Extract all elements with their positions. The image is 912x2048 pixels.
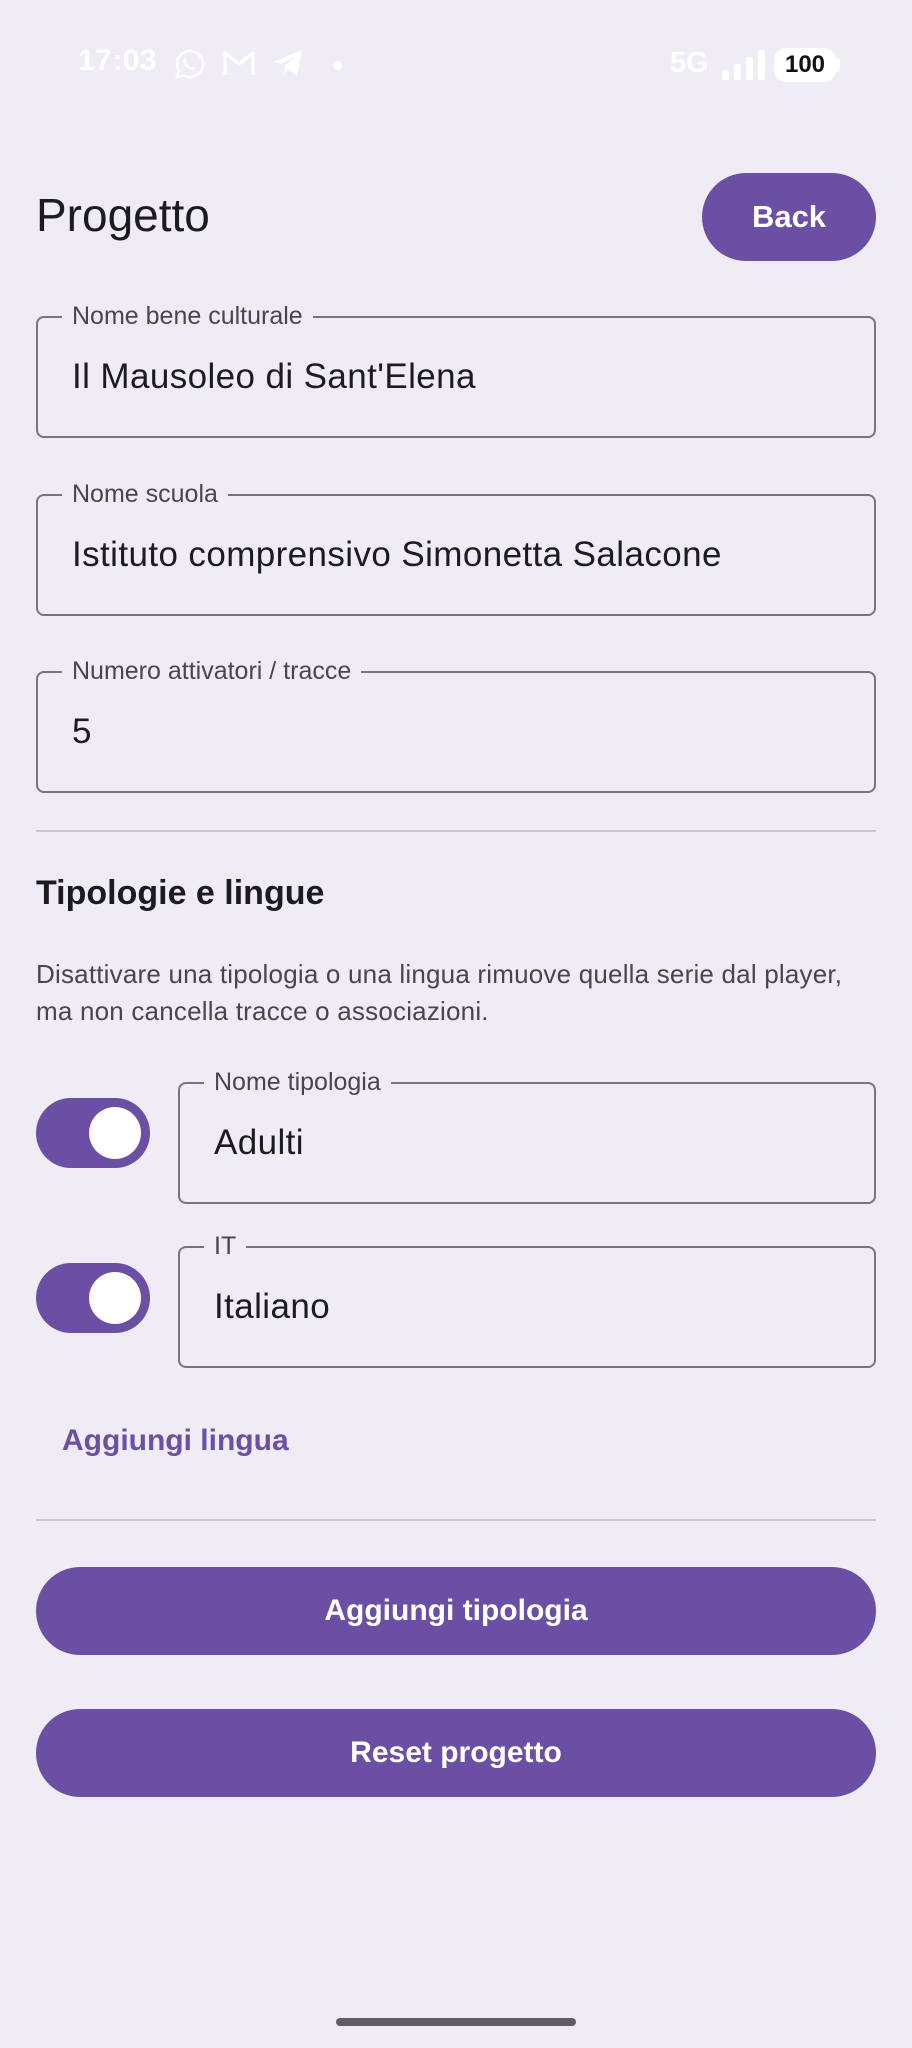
signal-icon [722,50,765,80]
attivatori-field[interactable]: Numero attivatori / tracce 5 [36,655,876,793]
attivatori-value[interactable]: 5 [72,673,92,791]
network-type: 5G [670,47,709,79]
battery-tip [836,58,840,72]
lingua-toggle[interactable] [36,1263,150,1333]
tipologia-toggle[interactable] [36,1098,150,1168]
lingua-value[interactable]: Italiano [214,1248,330,1366]
bene-culturale-field[interactable]: Nome bene culturale Il Mausoleo di Sant'… [36,300,876,438]
page-title: Progetto [36,189,210,241]
section-title: Tipologie e lingue [36,874,325,912]
toggle-thumb [89,1107,141,1159]
tipologia-field[interactable]: Nome tipologia Adulti [178,1066,876,1204]
divider [36,830,876,832]
toggle-thumb [89,1272,141,1324]
telegram-icon [273,50,302,76]
section-description: Disattivare una tipologia o una lingua r… [36,959,843,1026]
reset-project-button[interactable]: Reset progetto [36,1709,876,1797]
attivatori-label: Numero attivatori / tracce [62,655,362,687]
tipologia-value[interactable]: Adulti [214,1084,304,1202]
battery-icon: 100 [774,48,836,82]
divider [36,1519,876,1521]
lingua-field[interactable]: IT Italiano [178,1230,876,1368]
status-bar: 17:03 5G 100 [0,0,912,130]
whatsapp-icon [175,49,205,79]
status-time: 17:03 [78,44,158,77]
home-indicator[interactable] [336,2018,576,2026]
add-language-button[interactable]: Aggiungi lingua [62,1424,289,1458]
battery-level: 100 [784,51,826,78]
scuola-value[interactable]: Istituto comprensivo Simonetta Salacone [72,496,722,614]
scuola-field[interactable]: Nome scuola Istituto comprensivo Simonet… [36,478,876,616]
add-type-button[interactable]: Aggiungi tipologia [36,1567,876,1655]
back-button[interactable]: Back [702,173,876,261]
gmail-icon [223,51,255,75]
more-notifications-dot [333,61,342,70]
bene-culturale-value[interactable]: Il Mausoleo di Sant'Elena [72,318,476,436]
